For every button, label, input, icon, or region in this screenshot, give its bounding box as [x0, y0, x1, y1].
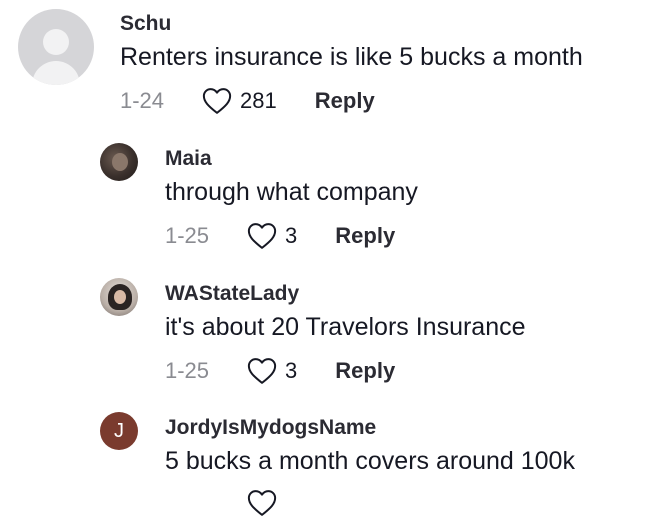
- default-avatar-icon[interactable]: [18, 9, 94, 85]
- user-avatar[interactable]: [100, 278, 138, 316]
- like-count: 3: [285, 358, 298, 383]
- heart-outline-icon[interactable]: [247, 357, 277, 385]
- heart-outline-icon[interactable]: [202, 87, 232, 115]
- comment-text: Renters insurance is like 5 bucks a mont…: [120, 43, 583, 71]
- comment-meta: 1-24 281 Reply: [120, 87, 375, 115]
- comment-username[interactable]: JordyIsMydogsName: [165, 416, 376, 440]
- like-count: 3: [285, 223, 298, 248]
- like-button[interactable]: 3: [247, 357, 297, 385]
- like-button[interactable]: 3: [247, 222, 297, 250]
- comment-date: 1-24: [120, 88, 165, 113]
- like-button[interactable]: 281: [202, 87, 277, 115]
- reply-button[interactable]: Reply: [315, 88, 375, 114]
- comment-date: 1-25: [165, 358, 210, 383]
- heart-outline-icon[interactable]: [247, 489, 277, 517]
- comment-text: 5 bucks a month covers around 100k: [165, 447, 575, 475]
- user-avatar[interactable]: [100, 143, 138, 181]
- reply-button[interactable]: Reply: [335, 358, 395, 384]
- comment-text: through what company: [165, 178, 418, 206]
- reply-button[interactable]: Reply: [335, 223, 395, 249]
- heart-outline-icon[interactable]: [247, 222, 277, 250]
- comment-username[interactable]: Maia: [165, 147, 212, 171]
- comment-username[interactable]: WAStateLady: [165, 282, 299, 306]
- comment-meta: 1-25 3 Reply: [165, 222, 395, 250]
- like-count: 281: [240, 88, 277, 113]
- comment-meta: 1-25 3 Reply: [165, 357, 395, 385]
- comment-username[interactable]: Schu: [120, 12, 171, 36]
- comment-text: it's about 20 Travelors Insurance: [165, 313, 526, 341]
- comment-date: 1-25: [165, 223, 210, 248]
- user-avatar[interactable]: J: [100, 412, 138, 450]
